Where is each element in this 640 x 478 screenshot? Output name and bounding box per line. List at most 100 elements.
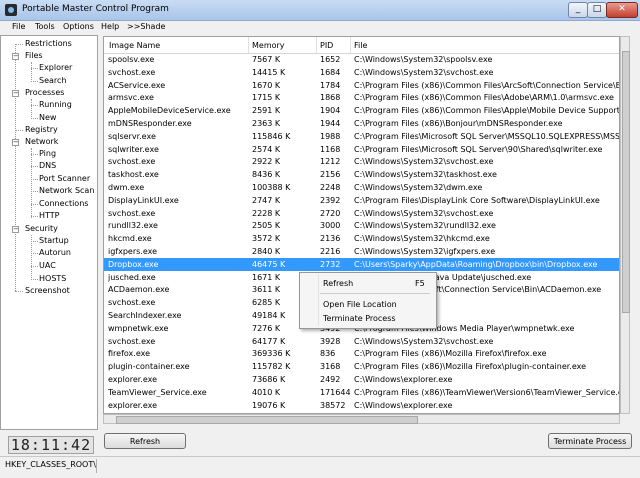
table-row[interactable]: svchost.exe 2922 K 1212 C:\Windows\System32…: [104, 155, 619, 168]
table-row[interactable]: armsvc.exe 1715 K 1868 C:\Program Files (x8…: [104, 91, 619, 104]
status-divider: [96, 459, 97, 473]
vertical-scroll-thumb[interactable]: [622, 51, 630, 313]
table-row[interactable]: svchost.exe 14415 K 1684 C:\Windows\System3…: [104, 66, 619, 79]
tree-item-http[interactable]: HTTP: [39, 211, 59, 220]
collapse-icon[interactable]: −: [12, 90, 19, 97]
table-row[interactable]: ACService.exe 1670 K 1784 C:\Program Files …: [104, 79, 619, 92]
table-row[interactable]: igfxpers.exe 2840 K 2216 C:\Windows\System3…: [104, 245, 619, 258]
tree-item-registry[interactable]: Registry: [25, 125, 58, 134]
file-cell: C:\Windows\System32\svchost.exe: [354, 67, 494, 77]
column-header-file[interactable]: File: [354, 41, 367, 50]
table-row[interactable]: Dropbox.exe 46475 K 2732 C:\Users\Sparky\Ap…: [104, 257, 619, 271]
table-row[interactable]: rundll32.exe 2505 K 3000 C:\Windows\System3…: [104, 219, 619, 232]
table-row[interactable]: mDNSResponder.exe 2363 K 1944 C:\Program Fi…: [104, 117, 619, 130]
close-button[interactable]: ✕: [606, 2, 638, 18]
file-cell: C:\Program Files (x86)\Mozilla Firefox\p…: [354, 362, 587, 372]
table-row[interactable]: spoolsv.exe 7567 K 1652 C:\Windows\System32…: [104, 53, 619, 66]
table-row[interactable]: svchost.exe 2228 K 2720 C:\Windows\System32…: [104, 207, 619, 220]
tree-item-port-scanner[interactable]: Port Scanner: [39, 174, 90, 183]
tree-item-startup[interactable]: Startup: [39, 236, 69, 245]
file-cell: C:\Windows\System32\svchost.exe: [354, 336, 494, 346]
memory-cell: 100388 K: [252, 183, 291, 192]
table-row[interactable]: explorer.exe 19076 K 38572 C:\Windows\explo…: [104, 399, 619, 412]
tree-item-network[interactable]: Network: [25, 137, 58, 146]
tree-item-uac[interactable]: UAC: [39, 261, 56, 270]
file-cell: C:\Program Files (x86)\Common Files\Appl…: [354, 106, 619, 116]
pid-cell: 38572: [320, 400, 346, 410]
memory-cell: 2747 K: [252, 195, 281, 205]
tree-line: [31, 62, 32, 82]
tree-item-autorun[interactable]: Autorun: [39, 248, 71, 257]
table-row[interactable]: sqlservr.exe 115846 K 1988 C:\Program Files…: [104, 130, 619, 143]
tree-item-hosts[interactable]: HOSTS: [39, 274, 66, 283]
vertical-scrollbar[interactable]: [620, 36, 630, 414]
file-cell: C:\Windows\System32\taskhost.exe: [354, 170, 497, 180]
memory-cell: 2591 K: [252, 106, 281, 116]
pid-cell: 3168: [320, 362, 341, 372]
menu-shade[interactable]: >>Shade: [127, 22, 165, 31]
tree-item-files[interactable]: Files: [25, 51, 43, 60]
table-row[interactable]: DisplayLinkUI.exe 2747 K 2392 C:\Program Fi…: [104, 194, 619, 207]
menu-help[interactable]: Help: [101, 22, 119, 31]
context-menu: Refresh F5 Open File Location Terminate …: [299, 272, 437, 329]
terminate-process-button[interactable]: Terminate Process: [548, 433, 632, 449]
tree-item-processes[interactable]: Processes: [25, 88, 64, 97]
table-row[interactable]: explorer.exe 73686 K 2492 C:\Windows\explor…: [104, 373, 619, 386]
pid-cell: 171644: [320, 387, 350, 397]
table-row[interactable]: dwm.exe 100388 K 2248 C:\Windows\System32\d…: [104, 181, 619, 194]
column-header-memory[interactable]: Memory: [252, 41, 285, 50]
image-name-cell: jusched.exe: [108, 272, 156, 282]
collapse-icon[interactable]: −: [12, 226, 19, 233]
pid-cell: 836: [320, 349, 336, 359]
collapse-icon[interactable]: −: [12, 53, 19, 60]
pid-cell: 1652: [320, 55, 341, 64]
tree-item-network-scan[interactable]: Network Scan: [39, 186, 94, 195]
memory-cell: 64177 K: [252, 336, 286, 346]
table-row[interactable]: sqlwriter.exe 2574 K 1168 C:\Program Files\…: [104, 143, 619, 156]
table-row[interactable]: hkcmd.exe 3572 K 2136 C:\Windows\System32\h…: [104, 232, 619, 245]
window-title: Portable Master Control Program: [22, 4, 169, 14]
tree-item-new[interactable]: New: [39, 113, 56, 122]
horizontal-scroll-thumb[interactable]: [116, 416, 418, 424]
table-row[interactable]: TeamViewer_Service.exe 4010 K 171644 C:\Pro…: [104, 386, 619, 399]
tree-item-screenshot[interactable]: Screenshot: [25, 286, 70, 295]
file-cell: C:\Program Files (x86)\Common Files\ArcS…: [354, 80, 619, 90]
tree-item-ping[interactable]: Ping: [39, 149, 56, 158]
column-header-image-name[interactable]: Image Name: [109, 41, 160, 50]
image-name-cell: spoolsv.exe: [108, 55, 155, 64]
pid-cell: 2392: [320, 195, 341, 205]
tree-item-dns[interactable]: DNS: [39, 161, 56, 170]
table-row[interactable]: plugin-container.exe 115782 K 3168 C:\Progr…: [104, 360, 619, 373]
memory-cell: 115846 K: [252, 131, 291, 141]
column-header-pid[interactable]: PID: [320, 41, 333, 50]
app-icon: [5, 4, 17, 16]
image-name-cell: rundll32.exe: [108, 221, 158, 231]
image-name-cell: sqlwriter.exe: [108, 144, 159, 154]
table-row[interactable]: AppleMobileDeviceService.exe 2591 K 1904 C:…: [104, 104, 619, 117]
column-divider[interactable]: [316, 37, 317, 53]
maximize-button[interactable]: □: [587, 2, 607, 18]
tree-item-running[interactable]: Running: [39, 100, 72, 109]
menu-options[interactable]: Options: [63, 22, 94, 31]
title-bar[interactable]: Portable Master Control Program _ □ ✕: [0, 0, 640, 21]
collapse-icon[interactable]: −: [12, 139, 19, 146]
context-menu-refresh[interactable]: Refresh F5: [301, 276, 433, 290]
tree-item-search[interactable]: Search: [39, 76, 66, 85]
refresh-button[interactable]: Refresh: [104, 433, 186, 449]
horizontal-scrollbar[interactable]: [103, 414, 620, 424]
tree-item-explorer[interactable]: Explorer: [39, 63, 72, 72]
column-divider[interactable]: [248, 37, 249, 53]
column-divider[interactable]: [350, 37, 351, 53]
table-row[interactable]: taskhost.exe 8436 K 2156 C:\Windows\System3…: [104, 168, 619, 181]
menu-file[interactable]: File: [12, 22, 25, 31]
minimize-button[interactable]: _: [568, 2, 588, 18]
tree-item-restrictions[interactable]: Restrictions: [25, 39, 72, 48]
table-row[interactable]: svchost.exe 64177 K 3928 C:\Windows\System3…: [104, 335, 619, 348]
context-menu-open-file-location[interactable]: Open File Location: [301, 297, 433, 311]
memory-cell: 369336 K: [252, 349, 291, 359]
menu-tools[interactable]: Tools: [35, 22, 55, 31]
table-row[interactable]: firefox.exe 369336 K 836 C:\Program Files (…: [104, 347, 619, 360]
context-menu-terminate-process[interactable]: Terminate Process: [301, 311, 433, 325]
tree-item-security[interactable]: Security: [25, 224, 58, 233]
tree-item-connections[interactable]: Connections: [39, 199, 88, 208]
